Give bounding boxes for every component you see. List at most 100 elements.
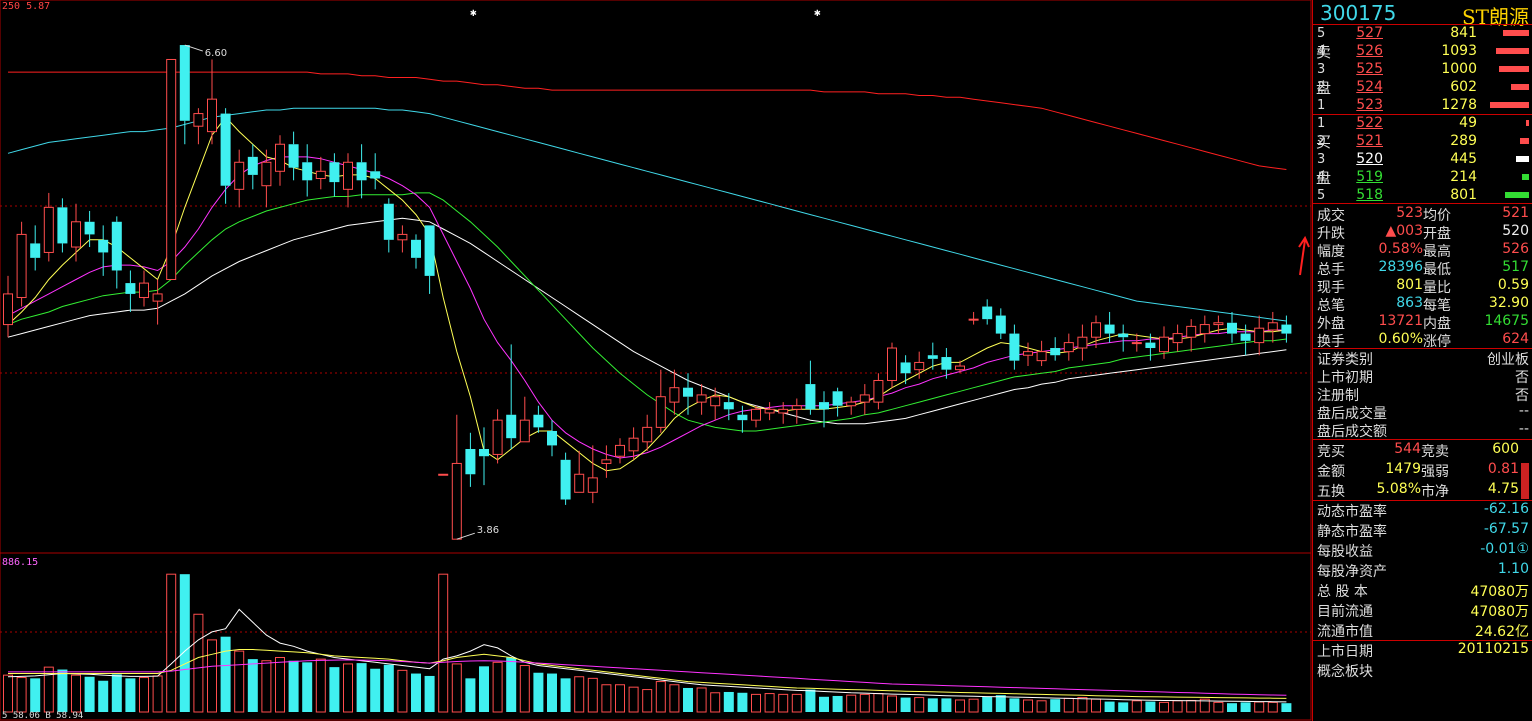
fundamental-value: 47080万 bbox=[1470, 604, 1529, 620]
quote-label: 外盘 bbox=[1317, 316, 1345, 332]
fundamental-row: 总 股 本 47080万 bbox=[1313, 581, 1532, 601]
sell-level-row[interactable]: 2 524 602 bbox=[1313, 79, 1532, 97]
candle-body bbox=[574, 473, 585, 493]
listing-row[interactable]: 概念板块 bbox=[1313, 661, 1532, 681]
volume-bar bbox=[900, 697, 911, 712]
buy-level-row[interactable]: 2 521 289 bbox=[1313, 133, 1532, 151]
volume-bar bbox=[819, 696, 829, 712]
level-number: 2 bbox=[1317, 80, 1326, 95]
volume-bar bbox=[438, 573, 449, 713]
candle-body bbox=[914, 361, 925, 371]
volume-bar bbox=[832, 695, 843, 712]
candle-body bbox=[982, 306, 993, 320]
candle-body bbox=[655, 396, 666, 428]
fundamental-row: 动态市盈率 -62.16 bbox=[1313, 501, 1532, 521]
fundamental-row: 静态市盈率 -67.57 bbox=[1313, 521, 1532, 541]
info-value: -- bbox=[1518, 403, 1529, 419]
sell-level-row[interactable]: 4 526 1093 bbox=[1313, 43, 1532, 61]
candle-body bbox=[1009, 333, 1020, 361]
volume-bar bbox=[302, 662, 313, 712]
volume-bar bbox=[492, 661, 503, 713]
volume-bar bbox=[927, 698, 938, 712]
fundamental-row: 流通市值 24.62亿 bbox=[1313, 621, 1532, 641]
info-value: 创业板 bbox=[1487, 352, 1529, 368]
ma60-line bbox=[7, 107, 1287, 322]
level-price: 524 bbox=[1356, 79, 1383, 95]
volume-bar bbox=[30, 678, 41, 712]
candle-body bbox=[887, 347, 897, 381]
volume-bar bbox=[1036, 700, 1047, 713]
ma20-line bbox=[7, 192, 1287, 432]
level-price: 520 bbox=[1356, 151, 1383, 167]
candle-body bbox=[560, 459, 571, 500]
candle-body bbox=[1118, 333, 1129, 338]
sell-level-row[interactable]: 5 527 841 bbox=[1313, 25, 1532, 43]
level-volume-bar bbox=[1526, 120, 1529, 126]
level-price: 523 bbox=[1356, 97, 1383, 113]
volume-bar bbox=[1023, 699, 1033, 713]
volume-bar bbox=[1009, 698, 1020, 712]
sell-level-row[interactable]: 1 523 1278 bbox=[1313, 97, 1532, 115]
candle-body bbox=[859, 394, 870, 403]
candle-body bbox=[1091, 322, 1101, 338]
auction-label: 金额 bbox=[1317, 464, 1345, 480]
fundamental-value: 24.62亿 bbox=[1474, 624, 1529, 640]
candle-body bbox=[628, 437, 639, 452]
candle-body bbox=[220, 113, 231, 186]
quote-value: 0.58% bbox=[1378, 241, 1423, 257]
event-marker-icon[interactable]: ✱ bbox=[814, 6, 821, 19]
volume-bar bbox=[696, 687, 707, 713]
info-row: 盘后成交额 -- bbox=[1313, 421, 1532, 440]
volume-bar bbox=[1118, 702, 1129, 712]
candle-body bbox=[1145, 342, 1156, 349]
candle-body bbox=[111, 221, 122, 271]
candle-body bbox=[1104, 324, 1115, 334]
info-value: 否 bbox=[1515, 388, 1529, 404]
candle-body bbox=[492, 419, 503, 455]
level-volume: 1093 bbox=[1441, 43, 1477, 59]
kline-chart[interactable]: 6.60 3.86 bbox=[0, 0, 1312, 721]
volume-bar bbox=[859, 693, 870, 713]
volume-bar bbox=[343, 663, 353, 713]
quote-value: 0.60% bbox=[1378, 331, 1423, 347]
info-value: -- bbox=[1518, 421, 1529, 437]
volume-bar bbox=[383, 664, 394, 712]
buy-level-row[interactable]: 1 522 49 bbox=[1313, 115, 1532, 133]
auction-value: 600 bbox=[1492, 441, 1519, 457]
auction-value: 1479 bbox=[1385, 461, 1421, 477]
info-label: 上市初期 bbox=[1317, 370, 1373, 386]
level-number: 2 bbox=[1317, 134, 1326, 149]
candle-body bbox=[397, 233, 408, 241]
auction-label: 市净 bbox=[1421, 484, 1449, 500]
ma10-line bbox=[7, 156, 1287, 459]
volume-bar bbox=[234, 650, 245, 713]
candle-body bbox=[1254, 327, 1265, 344]
sell-level-row[interactable]: 3 525 1000 bbox=[1313, 61, 1532, 79]
fundamental-label: 每股收益 bbox=[1317, 544, 1373, 560]
candle-body bbox=[1213, 322, 1224, 326]
candle-body bbox=[30, 243, 41, 258]
volume-bar bbox=[465, 678, 476, 712]
quote-value: 521 bbox=[1502, 205, 1529, 221]
event-marker-icon[interactable]: ✱ bbox=[470, 6, 477, 19]
fundamental-row: 每股净资产 1.10 bbox=[1313, 561, 1532, 581]
auction-label: 竞买 bbox=[1317, 444, 1345, 460]
volume-bar bbox=[1186, 699, 1197, 713]
candle-body bbox=[1240, 333, 1251, 341]
buy-level-row[interactable]: 3 520 445 bbox=[1313, 151, 1532, 169]
auction-label: 五换 bbox=[1317, 484, 1345, 500]
candle-body bbox=[587, 477, 598, 493]
candle-body bbox=[696, 394, 707, 403]
auction-label: 竞卖 bbox=[1421, 444, 1449, 460]
level-volume-bar bbox=[1511, 84, 1529, 90]
kline-chart-area[interactable]: 6.60 3.86 250 5.87 886.15 5 58.06 B 58.94… bbox=[0, 0, 1312, 721]
buy-level-row[interactable]: 4 519 214 bbox=[1313, 169, 1532, 187]
quote-label: 开盘 bbox=[1423, 226, 1451, 242]
info-row: 证券类别 创业板 bbox=[1313, 349, 1532, 368]
info-label: 证券类别 bbox=[1317, 352, 1373, 368]
volume-bar bbox=[764, 693, 775, 713]
volume-bar bbox=[846, 694, 857, 713]
volume-bar bbox=[1227, 703, 1237, 712]
volume-bar bbox=[805, 689, 816, 712]
candle-body bbox=[955, 365, 965, 371]
